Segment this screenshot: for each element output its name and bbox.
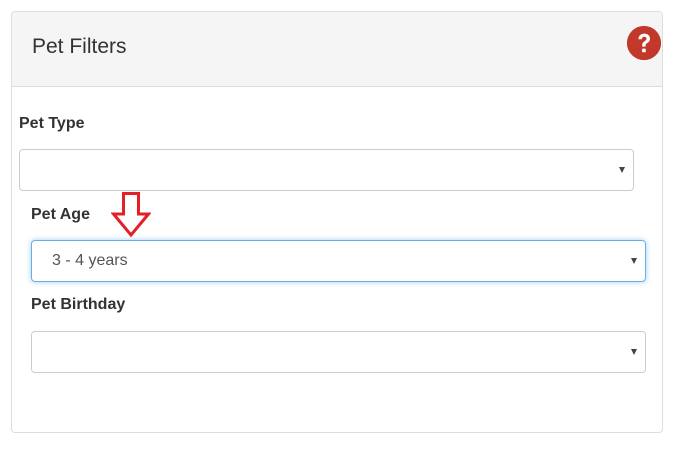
- pet-type-group: Pet Type: [19, 116, 634, 194]
- chevron-down-icon: [619, 167, 625, 173]
- pet-type-label: Pet Type: [19, 115, 85, 132]
- chevron-down-icon: [631, 258, 637, 264]
- pet-type-select[interactable]: [19, 149, 634, 191]
- down-arrow-icon: [110, 192, 152, 243]
- pet-age-select[interactable]: 3 - 4 years: [31, 240, 646, 282]
- panel-heading: Pet Filters: [12, 12, 662, 87]
- chevron-down-icon: [631, 349, 637, 355]
- pet-age-value: 3 - 4 years: [52, 252, 128, 269]
- pet-birthday-group: Pet Birthday: [31, 297, 646, 375]
- pet-birthday-select[interactable]: [31, 331, 646, 373]
- panel-title: Pet Filters: [32, 35, 127, 58]
- question-circle-icon[interactable]: [627, 26, 661, 60]
- pet-birthday-label: Pet Birthday: [31, 296, 126, 313]
